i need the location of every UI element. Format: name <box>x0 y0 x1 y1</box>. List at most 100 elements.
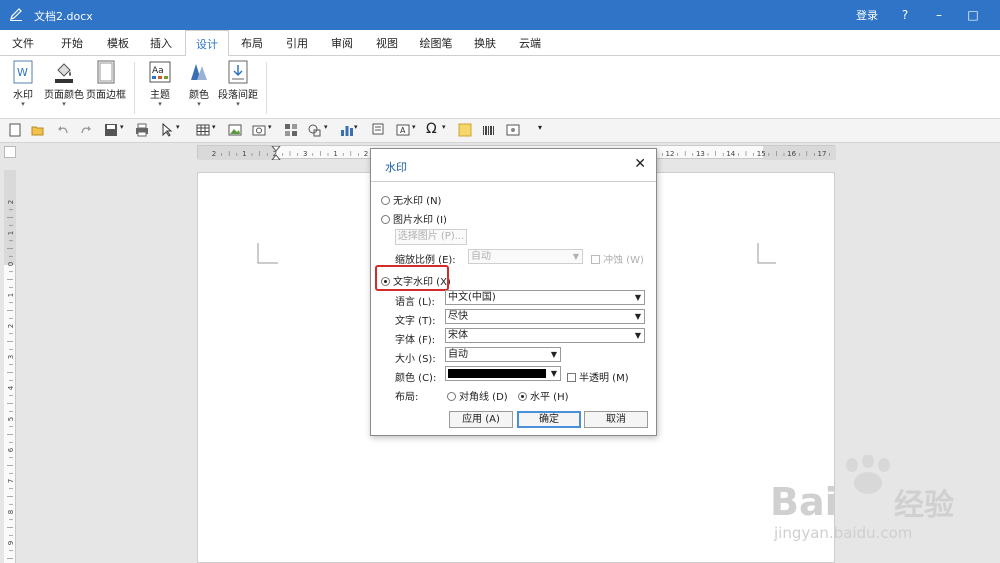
text-value: 尽快 <box>448 311 468 322</box>
color-label: 颜色 (C): <box>395 373 437 384</box>
ruler-tick-label: 2 <box>212 150 216 158</box>
svg-text:Bai: Bai <box>770 480 838 524</box>
diagonal-option[interactable]: 对角线 (D) <box>447 388 508 403</box>
tab-view[interactable]: 视图 <box>370 30 404 56</box>
radio-icon[interactable] <box>381 215 390 224</box>
radio-icon[interactable] <box>381 196 390 205</box>
ruler-tick-label: 4 <box>7 385 15 390</box>
barcode-icon[interactable] <box>482 123 496 137</box>
tab-cloud[interactable]: 云端 <box>513 30 547 56</box>
vertical-ruler[interactable]: 2 1 0 1 2 3 4 5 6 7 8 9 <box>4 170 16 563</box>
help-button[interactable]: ? <box>898 8 912 22</box>
color-button[interactable]: 颜色 ▾ <box>186 60 212 108</box>
close-icon[interactable]: ✕ <box>634 156 646 172</box>
dropdown-arrow-icon: ▼ <box>634 331 641 340</box>
text-frame-icon[interactable]: A <box>396 123 410 137</box>
tab-design[interactable]: 设计 <box>185 30 229 57</box>
dropdown-arrow-icon[interactable]: ▾ <box>268 123 282 137</box>
picture-watermark-option[interactable]: 图片水印 (I) <box>381 211 447 226</box>
paragraph-spacing-button[interactable]: 段落间距 ▾ <box>218 60 258 108</box>
select-cursor-icon[interactable] <box>160 123 174 137</box>
page-color-button[interactable]: 页面颜色 ▾ <box>44 60 84 108</box>
login-link[interactable]: 登录 <box>856 7 878 23</box>
text-select[interactable]: 尽快 ▼ <box>445 309 645 324</box>
tab-insert[interactable]: 插入 <box>144 30 178 56</box>
font-select[interactable]: 宋体 ▼ <box>445 328 645 343</box>
dropdown-arrow-icon: ▼ <box>572 252 579 261</box>
size-label: 大小 (S): <box>395 354 436 365</box>
washout-label: 冲蚀 (W) <box>603 255 644 266</box>
tab-review[interactable]: 审阅 <box>325 30 359 56</box>
ruler-tick-label: 6 <box>7 447 15 452</box>
new-document-icon[interactable] <box>8 123 22 137</box>
ruler-tick-label: 17 <box>818 150 827 158</box>
customize-toolbar-icon[interactable]: ▾ <box>538 123 552 137</box>
horizontal-label: 水平 (H) <box>530 392 569 403</box>
screenshot-icon[interactable] <box>252 123 266 137</box>
dropdown-arrow-icon[interactable]: ▾ <box>442 123 456 137</box>
dropdown-arrow-icon[interactable]: ▾ <box>354 123 368 137</box>
ruler-tick-label: 15 <box>757 150 766 158</box>
tab-home[interactable]: 开始 <box>55 30 89 56</box>
horizontal-option[interactable]: 水平 (H) <box>518 388 569 403</box>
textbox-icon[interactable] <box>372 123 386 137</box>
pencil-icon[interactable] <box>8 6 24 22</box>
undo-icon[interactable] <box>56 123 70 137</box>
checkbox-icon[interactable] <box>567 373 576 382</box>
dropdown-arrow-icon[interactable]: ▾ <box>212 123 226 137</box>
symbol-omega-icon[interactable]: Ω <box>426 121 440 137</box>
scale-value: 自动 <box>471 251 491 262</box>
checkbox-icon[interactable] <box>591 255 600 264</box>
theme-button[interactable]: Aa 主题 ▾ <box>146 60 174 108</box>
font-label: 字体 (F): <box>395 335 436 346</box>
dropdown-arrow-icon: ▾ <box>197 100 201 108</box>
ruler-tick-label: 2 <box>7 324 15 328</box>
tab-file[interactable]: 文件 <box>6 30 40 56</box>
washout-option[interactable]: 冲蚀 (W) <box>591 251 644 266</box>
select-picture-button[interactable]: 选择图片 (P)... <box>395 229 467 245</box>
table-icon[interactable] <box>196 123 210 137</box>
size-select[interactable]: 自动 ▼ <box>445 347 561 362</box>
maximize-button[interactable]: □ <box>966 8 980 22</box>
tab-stop-selector[interactable] <box>4 146 16 158</box>
tab-template[interactable]: 模板 <box>101 30 135 56</box>
dropdown-arrow-icon[interactable]: ▾ <box>324 123 338 137</box>
save-icon[interactable] <box>104 123 118 137</box>
redo-icon[interactable] <box>79 123 93 137</box>
dropdown-arrow-icon[interactable]: ▾ <box>412 123 426 137</box>
no-watermark-option[interactable]: 无水印 (N) <box>381 192 441 207</box>
apply-button[interactable]: 应用 (A) <box>449 411 513 428</box>
tab-references[interactable]: 引用 <box>280 30 314 56</box>
minimize-button[interactable]: – <box>932 8 946 22</box>
ok-button[interactable]: 确定 <box>517 411 581 428</box>
watermark-button[interactable]: W 水印 ▾ <box>9 60 37 108</box>
image-frame-icon[interactable] <box>506 123 520 137</box>
scale-select[interactable]: 自动 ▼ <box>468 249 583 264</box>
tab-skin[interactable]: 换肤 <box>468 30 502 56</box>
dropdown-arrow-icon[interactable]: ▾ <box>176 123 190 137</box>
dropdown-arrow-icon[interactable]: ▾ <box>120 123 134 137</box>
tab-drawing-pen[interactable]: 绘图笔 <box>416 30 456 56</box>
tab-layout[interactable]: 布局 <box>235 30 269 56</box>
cancel-button[interactable]: 取消 <box>584 411 648 428</box>
scale-label: 缩放比例 (E): <box>395 255 456 266</box>
dialog-divider <box>371 181 656 182</box>
title-bar: 文档2.docx 登录 ? – □ <box>0 0 1000 30</box>
radio-icon[interactable] <box>447 392 456 401</box>
picture-icon[interactable] <box>228 123 242 137</box>
layout-label: 布局: <box>395 392 419 403</box>
print-icon[interactable] <box>135 123 149 137</box>
page-border-button[interactable]: 页面边框 <box>86 60 126 101</box>
semi-transparent-option[interactable]: 半透明 (M) <box>567 369 629 384</box>
shapes-icon[interactable] <box>308 123 322 137</box>
note-icon[interactable] <box>458 123 472 137</box>
radio-selected-icon[interactable] <box>518 392 527 401</box>
chart-grid-icon[interactable] <box>284 123 298 137</box>
ribbon-divider <box>134 62 135 114</box>
open-folder-icon[interactable] <box>31 123 45 137</box>
language-select[interactable]: 中文(中国) ▼ <box>445 290 645 305</box>
bar-chart-icon[interactable] <box>340 123 354 137</box>
color-select[interactable]: ▼ <box>445 366 561 381</box>
size-value: 自动 <box>448 349 468 360</box>
language-label: 语言 (L): <box>395 297 435 308</box>
